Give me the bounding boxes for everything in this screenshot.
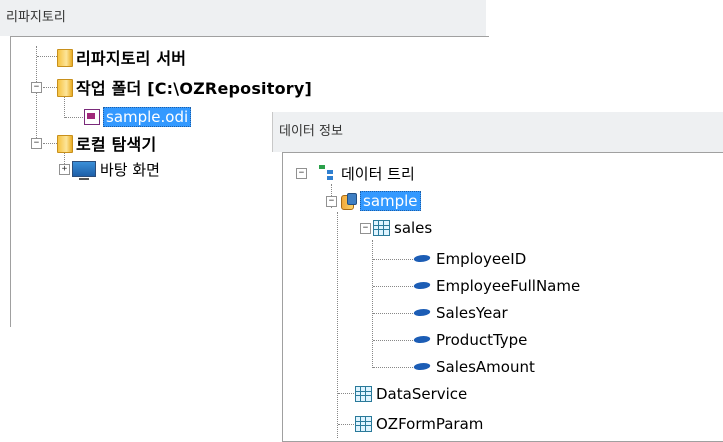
data-info-panel-title: 데이터 정보 — [272, 112, 723, 152]
collapse-toggle[interactable]: − — [31, 81, 42, 93]
tree-item-sales-table[interactable]: − sales — [360, 217, 432, 239]
tree-item-label: EmployeeID — [436, 250, 527, 268]
tree-item-local-explorer[interactable]: − 로컬 탐색기 — [31, 132, 156, 154]
field-icon — [412, 280, 432, 292]
folder-icon — [56, 78, 73, 97]
odi-file-icon — [84, 109, 100, 125]
table-icon — [355, 386, 372, 402]
table-icon — [355, 416, 372, 432]
tree-item-field[interactable]: EmployeeFullName — [412, 275, 580, 297]
expand-toggle[interactable]: + — [59, 163, 70, 175]
tree-item-label: sample — [360, 191, 421, 211]
tree-item-label: EmployeeFullName — [436, 277, 581, 295]
repository-panel-title: 리파지토리 — [0, 0, 486, 36]
tree-item-label: SalesAmount — [436, 358, 535, 376]
tree-item-label: 작업 폴더 [C:\OZRepository] — [76, 79, 313, 98]
tree-connector — [65, 117, 83, 118]
tree-item-label: OZFormParam — [376, 415, 484, 433]
tree-item-label: 데이터 트리 — [341, 164, 415, 183]
collapse-toggle[interactable]: − — [326, 195, 337, 207]
field-icon — [412, 334, 432, 346]
tree-connector — [373, 259, 415, 260]
tree-item-field[interactable]: SalesAmount — [412, 356, 535, 378]
folder-icon — [56, 48, 73, 67]
collapse-toggle[interactable]: − — [31, 137, 42, 149]
tree-item-desktop[interactable]: + 바탕 화면 — [59, 158, 160, 180]
tree-connector — [338, 424, 354, 425]
field-icon — [412, 253, 432, 265]
field-icon — [412, 307, 432, 319]
tree-item-label: DataService — [376, 385, 468, 403]
collapse-toggle[interactable]: − — [360, 222, 371, 234]
collapse-toggle[interactable]: − — [296, 167, 307, 179]
tree-item-label: 리파지토리 서버 — [76, 49, 187, 68]
tree-item-sample-odi[interactable]: sample.odi — [84, 106, 192, 128]
tree-item-sample-source[interactable]: − sample — [326, 190, 421, 212]
tree-item-label: ProductType — [436, 331, 528, 349]
tree-item-label: 로컬 탐색기 — [76, 135, 157, 154]
tree-item-data-service[interactable]: DataService — [355, 383, 467, 405]
tree-item-label: sales — [394, 219, 433, 237]
tree-connector — [337, 212, 338, 438]
tree-item-data-tree-root[interactable]: − 데이터 트리 — [296, 162, 415, 184]
table-icon — [373, 220, 390, 236]
data-source-icon — [339, 192, 357, 210]
tree-item-label: SalesYear — [436, 304, 508, 322]
tree-item-field[interactable]: ProductType — [412, 329, 527, 351]
tree-connector — [338, 393, 354, 394]
tree-item-field[interactable]: EmployeeID — [412, 248, 526, 270]
tree-connector — [373, 286, 415, 287]
tree-item-label: 바탕 화면 — [100, 160, 160, 179]
tree-connector — [37, 56, 57, 57]
tree-connector — [373, 340, 415, 341]
desktop-icon — [72, 161, 96, 180]
tree-item-label: sample.odi — [103, 107, 192, 127]
data-tree-icon — [319, 165, 337, 181]
tree-connector — [373, 313, 415, 314]
tree-item-repository-server[interactable]: 리파지토리 서버 — [56, 46, 186, 68]
tree-item-ozformparam[interactable]: OZFormParam — [355, 413, 483, 435]
tree-item-work-folder[interactable]: − 작업 폴더 [C:\OZRepository] — [31, 76, 312, 98]
tree-connector — [373, 367, 415, 368]
field-icon — [412, 361, 432, 373]
tree-item-field[interactable]: SalesYear — [412, 302, 508, 324]
tree-connector — [64, 96, 65, 118]
folder-icon — [56, 134, 73, 153]
